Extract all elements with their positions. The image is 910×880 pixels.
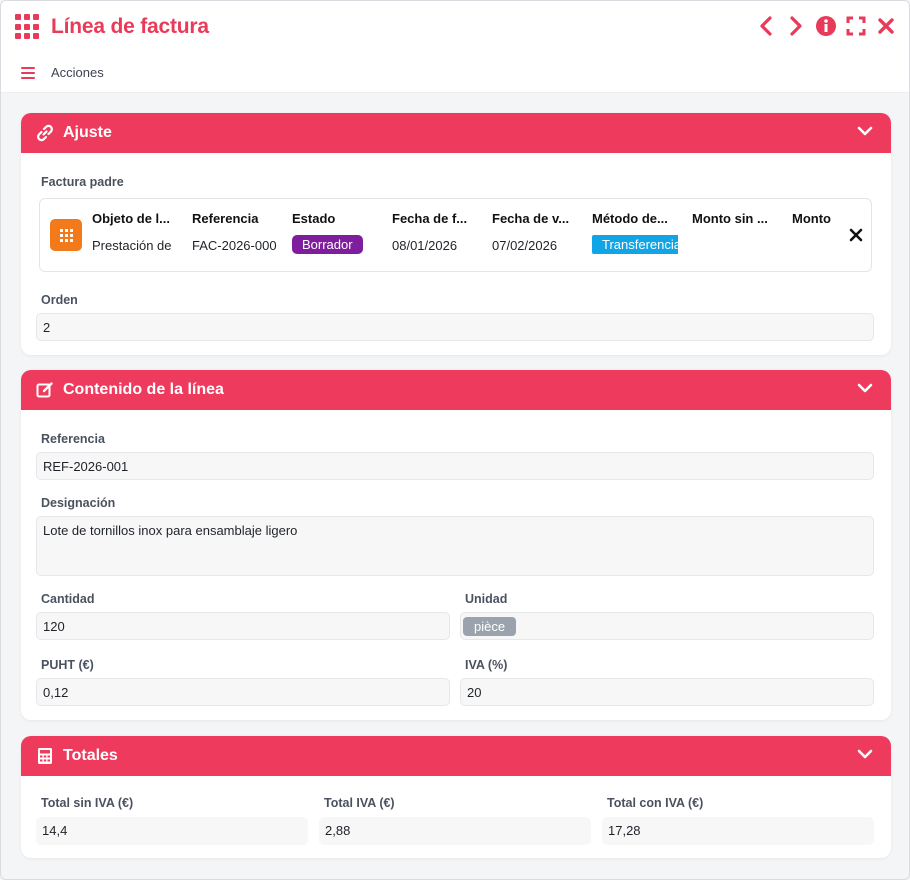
column-header: Monto [792, 211, 831, 226]
column-value: 07/02/2026 [492, 238, 558, 253]
column-header: Fecha de f... [392, 211, 468, 226]
chevron-right-icon [790, 16, 802, 36]
line-content-panel-header[interactable]: Contenido de la línea [21, 370, 891, 410]
totals-panel-header[interactable]: Totales [21, 736, 891, 776]
parent-col-subject: Objeto de l... Prestación de [92, 211, 178, 253]
next-record-button[interactable] [785, 14, 807, 38]
column-header: Referencia [192, 211, 259, 226]
order-label: Orden [41, 293, 78, 307]
invoice-grid-icon [50, 219, 82, 251]
total-excl-vat-field: 14,4 [36, 817, 308, 845]
parent-col-reference: Referencia FAC-2026-000 [192, 211, 278, 253]
column-value: FAC-2026-000 [192, 238, 277, 253]
column-header: Monto sin ... [692, 211, 768, 226]
total-vat-field: 2,88 [319, 817, 591, 845]
total-excl-vat-label: Total sin IVA (€) [41, 796, 134, 810]
chevron-left-icon [760, 16, 772, 36]
designation-label: Designación [41, 496, 116, 510]
actions-bar: Acciones [1, 53, 909, 93]
total-incl-vat-label: Total con IVA (€) [607, 796, 704, 810]
column-value: Prestación de [92, 238, 172, 253]
chevron-down-icon[interactable] [857, 382, 873, 394]
parent-col-amount-excl: Monto sin ... [692, 211, 778, 238]
parent-col-status: Estado Borrador [292, 211, 378, 254]
total-incl-vat-field: 17,28 [602, 817, 874, 845]
iva-field[interactable]: 20 [460, 678, 874, 706]
reference-label: Referencia [41, 432, 105, 446]
column-header: Método de... [592, 211, 668, 226]
payment-method-badge: Transferencia [592, 235, 678, 254]
iva-label: IVA (%) [465, 658, 508, 672]
info-button[interactable] [815, 14, 837, 38]
grid-icon [15, 14, 41, 40]
column-header: Estado [292, 211, 336, 226]
quantity-field[interactable]: 120 [36, 612, 450, 640]
parent-col-due-date: Fecha de v... 07/02/2026 [492, 211, 578, 253]
chevron-down-icon[interactable] [857, 748, 873, 760]
close-button[interactable] [875, 14, 897, 38]
adjust-panel-header[interactable]: Ajuste [21, 113, 891, 153]
order-field[interactable]: 2 [36, 313, 874, 341]
title-bar: Línea de factura [1, 1, 909, 53]
close-icon [878, 18, 894, 34]
actions-menu-label[interactable]: Acciones [51, 65, 104, 80]
window-actions [755, 14, 897, 38]
status-badge: Borrador [292, 235, 363, 254]
invoice-line-window: Línea de factura Acciones Ajuste Factura… [0, 0, 910, 880]
link-icon [35, 123, 55, 143]
parent-invoice-card[interactable]: Objeto de l... Prestación de Referencia … [39, 198, 872, 272]
puht-field[interactable]: 0,12 [36, 678, 450, 706]
adjust-panel-title: Ajuste [63, 124, 112, 141]
parent-col-amount: Monto [792, 211, 852, 238]
designation-textarea[interactable]: Lote de tornillos inox para ensamblaje l… [36, 516, 874, 576]
info-icon [816, 16, 836, 36]
calculator-icon [35, 746, 55, 766]
reference-field[interactable]: REF-2026-001 [36, 452, 874, 480]
parent-col-invoice-date: Fecha de f... 08/01/2026 [392, 211, 478, 253]
previous-record-button[interactable] [755, 14, 777, 38]
totals-panel: Totales Total sin IVA (€) 14,4 Total IVA… [21, 736, 891, 858]
chevron-down-icon[interactable] [857, 125, 873, 137]
parent-col-payment-method: Método de... Transferencia [592, 211, 678, 254]
edit-icon [35, 380, 55, 400]
column-header: Objeto de l... [92, 211, 171, 226]
column-header: Fecha de v... [492, 211, 570, 226]
column-value: 08/01/2026 [392, 238, 458, 253]
remove-parent-close-icon[interactable] [849, 228, 863, 242]
adjust-panel: Ajuste Factura padre Objeto de l... Pres… [21, 113, 891, 355]
line-content-panel: Contenido de la línea Referencia REF-202… [21, 370, 891, 720]
hamburger-menu-icon[interactable] [21, 66, 35, 79]
parent-invoice-label: Factura padre [41, 175, 124, 189]
unit-badge: pièce [463, 617, 517, 636]
totals-panel-title: Totales [63, 747, 118, 764]
total-vat-label: Total IVA (€) [324, 796, 395, 810]
puht-label: PUHT (€) [41, 658, 94, 672]
quantity-label: Cantidad [41, 592, 95, 606]
maximize-button[interactable] [845, 14, 867, 38]
unit-select[interactable]: pièce [460, 612, 874, 640]
expand-icon [846, 16, 866, 36]
line-content-panel-title: Contenido de la línea [63, 381, 224, 398]
window-title: Línea de factura [51, 15, 209, 38]
unit-label: Unidad [465, 592, 508, 606]
